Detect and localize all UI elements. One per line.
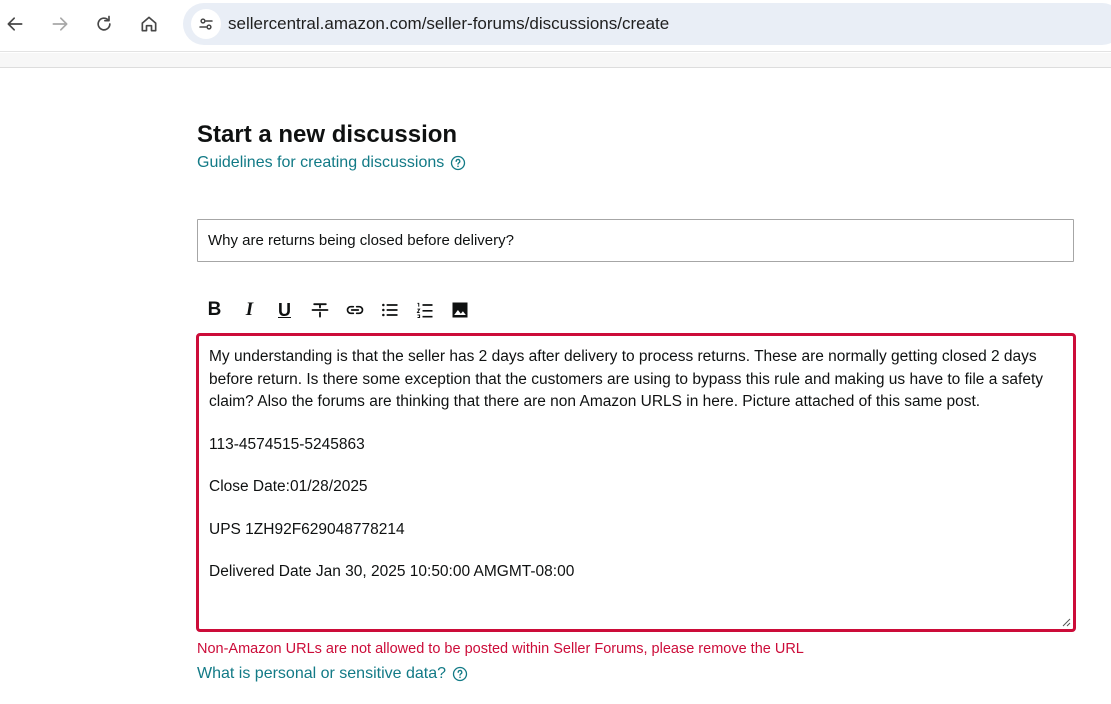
help-icon[interactable]: [452, 666, 468, 682]
bold-button[interactable]: B: [197, 297, 232, 323]
back-button[interactable]: [1, 10, 29, 38]
strikethrough-icon: [311, 303, 328, 318]
body-paragraph: 113-4574515-5245863: [209, 435, 365, 453]
guidelines-link-label[interactable]: Guidelines for creating discussions: [197, 154, 444, 172]
bulleted-list-button[interactable]: [372, 297, 407, 323]
italic-icon: I: [245, 299, 254, 320]
italic-button[interactable]: I: [232, 297, 267, 323]
guidelines-link[interactable]: Guidelines for creating discussions: [197, 154, 466, 172]
back-arrow-icon: [7, 17, 23, 31]
home-button[interactable]: [135, 10, 163, 38]
link-icon: [346, 305, 363, 315]
browser-toolbar: sellercentral.amazon.com/seller-forums/d…: [0, 0, 1111, 52]
bulleted-list-icon: [381, 303, 397, 317]
link-button[interactable]: [337, 297, 372, 323]
editor-toolbar: B I U: [197, 297, 477, 323]
site-info-button[interactable]: [191, 9, 221, 39]
url-error-message: Non-Amazon URLs are not allowed to be po…: [197, 641, 804, 657]
bold-icon: B: [207, 299, 222, 320]
image-icon: [452, 302, 467, 318]
personal-data-link[interactable]: What is personal or sensitive data?: [197, 665, 468, 683]
underline-button[interactable]: U: [267, 297, 302, 323]
personal-data-link-label[interactable]: What is personal or sensitive data?: [197, 665, 446, 683]
reload-button[interactable]: [90, 10, 118, 38]
body-paragraph: Close Date:01/28/2025: [209, 478, 368, 495]
insert-image-button[interactable]: [442, 297, 477, 323]
resize-handle-icon[interactable]: [1061, 617, 1071, 627]
body-paragraph: Delivered Date Jan 30, 2025 10:50:00 AMG…: [209, 563, 575, 580]
strikethrough-button[interactable]: [302, 297, 337, 323]
address-bar[interactable]: sellercentral.amazon.com/seller-forums/d…: [183, 3, 1111, 45]
numbered-list-button[interactable]: [407, 297, 442, 323]
page-title: Start a new discussion: [197, 121, 458, 148]
forward-button[interactable]: [46, 10, 74, 38]
home-icon: [141, 16, 157, 32]
body-paragraph: UPS 1ZH92F629048778214: [209, 520, 405, 538]
forward-arrow-icon: [52, 17, 68, 31]
discussion-body-editor[interactable]: My understanding is that the seller has …: [196, 333, 1076, 632]
tune-icon: [199, 18, 213, 30]
underline-icon: U: [278, 299, 291, 320]
url-text[interactable]: sellercentral.amazon.com/seller-forums/d…: [228, 14, 669, 34]
help-icon[interactable]: [450, 155, 466, 171]
reload-icon: [97, 15, 111, 31]
page-top-strip: [0, 53, 1111, 68]
discussion-title-input[interactable]: [197, 219, 1074, 262]
body-paragraph: My understanding is that the seller has …: [209, 348, 1044, 410]
numbered-list-icon: [416, 302, 432, 318]
